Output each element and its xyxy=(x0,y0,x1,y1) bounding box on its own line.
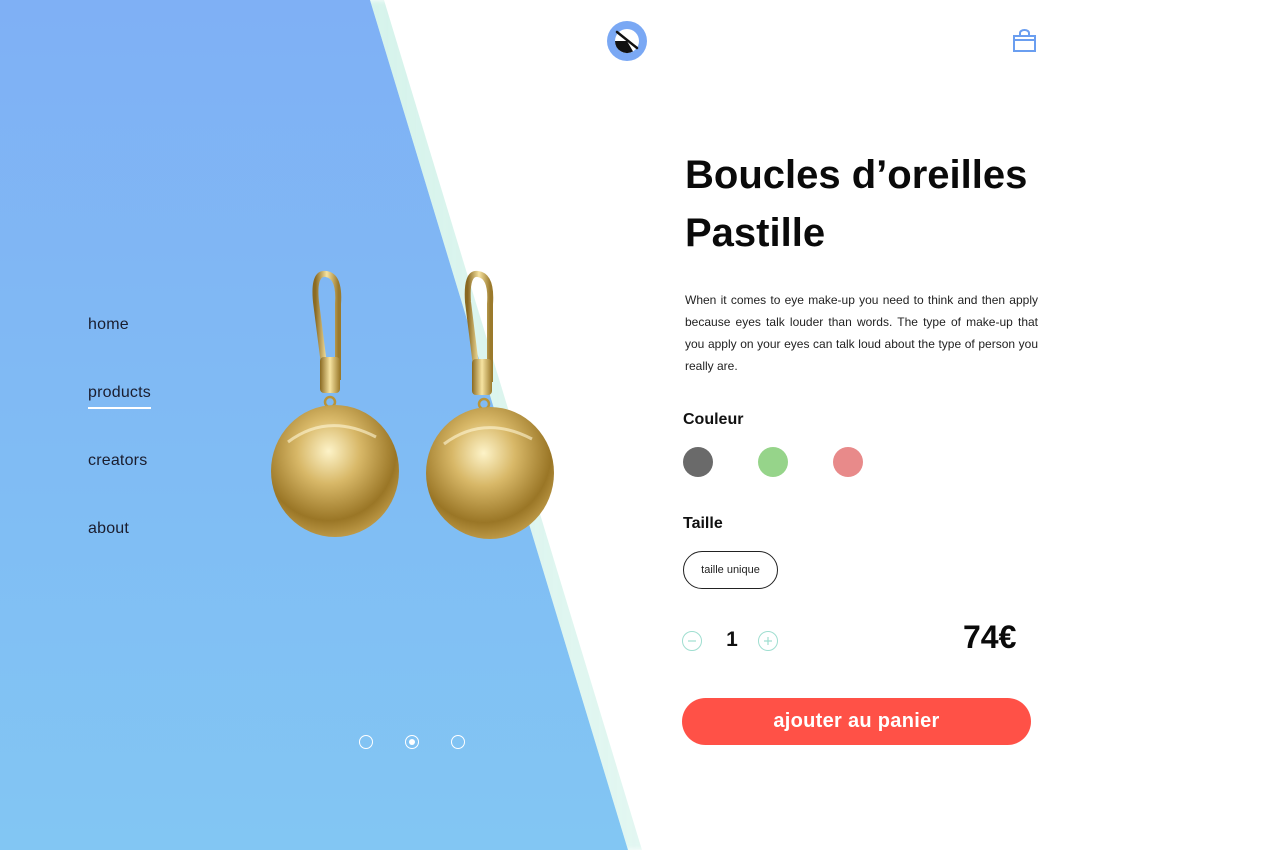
minus-circle-icon[interactable] xyxy=(682,631,702,651)
nav-item-label: products xyxy=(88,382,151,409)
size-label: Taille xyxy=(683,515,723,532)
hero-background-panel xyxy=(0,0,628,850)
plus-circle-icon[interactable] xyxy=(758,631,778,651)
size-option-button[interactable]: taille unique xyxy=(683,551,778,589)
product-price: 74€ xyxy=(963,619,1017,655)
nav-item-home[interactable]: home xyxy=(88,314,151,382)
nav-item-products[interactable]: products xyxy=(88,382,151,450)
product-title-line-1: Boucles d’oreilles xyxy=(685,153,1028,197)
earring-left xyxy=(271,270,399,537)
color-swatch-pink[interactable] xyxy=(833,447,863,477)
main-nav: home products creators about xyxy=(88,314,151,586)
carousel-dots xyxy=(359,735,465,749)
color-swatch-green[interactable] xyxy=(758,447,788,477)
shopping-bag-icon[interactable] xyxy=(1012,29,1037,58)
color-label: Couleur xyxy=(683,411,744,428)
product-image xyxy=(258,262,568,552)
carousel-dot-2[interactable] xyxy=(405,735,419,749)
nav-item-label: home xyxy=(88,316,129,333)
nav-item-about[interactable]: about xyxy=(88,518,151,586)
brand-logo-icon[interactable] xyxy=(607,21,647,66)
nav-item-creators[interactable]: creators xyxy=(88,450,151,518)
carousel-dot-1[interactable] xyxy=(359,735,373,749)
color-swatches xyxy=(683,447,863,477)
product-title-line-2: Pastille xyxy=(685,211,826,255)
color-swatch-grey[interactable] xyxy=(683,447,713,477)
add-to-cart-button[interactable]: ajouter au panier xyxy=(682,698,1031,745)
quantity-value: 1 xyxy=(726,628,738,651)
nav-item-label: creators xyxy=(88,452,148,469)
product-title: Boucles d’oreilles Pastille xyxy=(685,146,1205,262)
carousel-dot-3[interactable] xyxy=(451,735,465,749)
nav-item-label: about xyxy=(88,520,130,537)
earring-right xyxy=(426,270,554,539)
product-description: When it comes to eye make-up you need to… xyxy=(685,293,1038,373)
